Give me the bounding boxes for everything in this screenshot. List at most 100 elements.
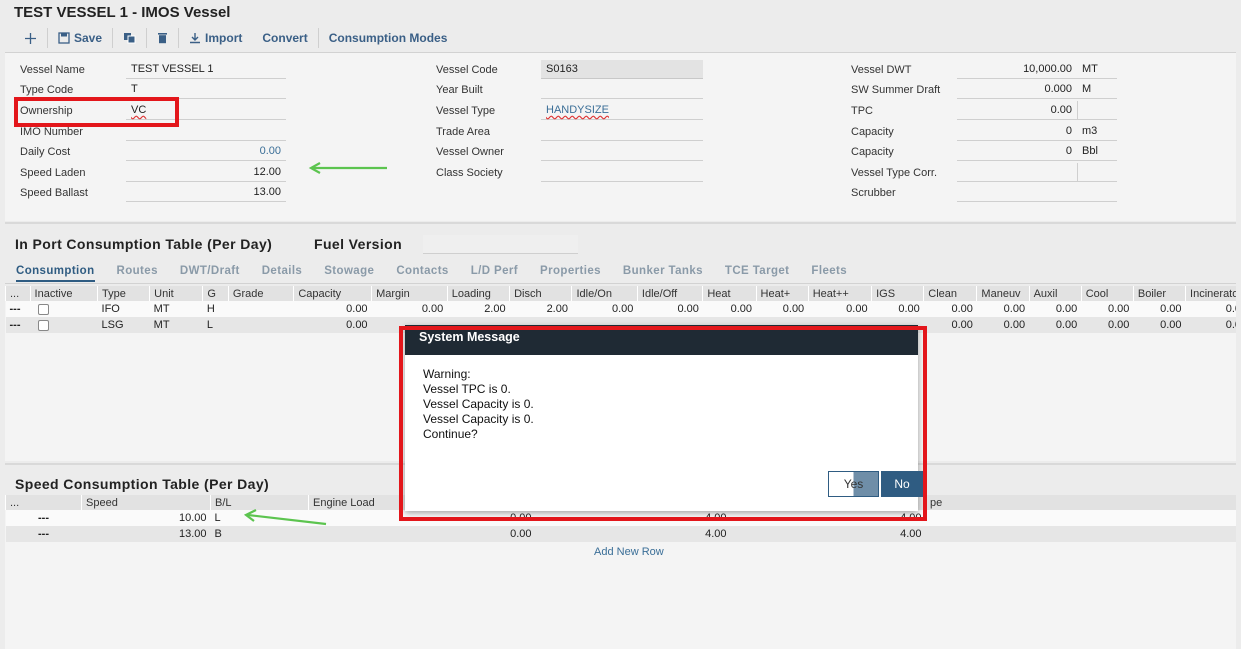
tab-routes[interactable]: Routes <box>117 265 158 282</box>
tab-dwt-draft[interactable]: DWT/Draft <box>180 265 240 282</box>
row-menu[interactable]: --- <box>5 526 82 542</box>
cell[interactable]: 0.00 <box>923 301 977 317</box>
col-header[interactable]: Auxil <box>1028 286 1082 301</box>
tab-contacts[interactable]: Contacts <box>396 265 448 282</box>
tab-tce-target[interactable]: TCE Target <box>725 265 790 282</box>
cell[interactable]: 0.00 <box>1081 301 1134 317</box>
col-header[interactable]: Speed <box>81 495 211 510</box>
cell[interactable]: 0.00 <box>293 301 372 317</box>
cell[interactable]: 10.00 <box>81 510 211 526</box>
col-header[interactable]: Boiler <box>1132 286 1186 301</box>
cell[interactable]: 0.00 <box>923 317 977 333</box>
cell[interactable]: 2.00 <box>509 301 572 317</box>
col-header[interactable]: Inactive <box>29 286 98 301</box>
cell[interactable]: 0.00 <box>871 301 924 317</box>
cell[interactable]: MT <box>149 301 203 317</box>
cell[interactable]: 0.00 <box>1081 317 1134 333</box>
col-header[interactable]: Margin <box>371 286 448 301</box>
cell[interactable]: B <box>210 526 309 542</box>
class-society-field[interactable] <box>541 163 703 182</box>
cell[interactable]: IFO <box>97 301 150 317</box>
col-header[interactable]: Heat <box>702 286 757 301</box>
tpc-field[interactable]: 0.00 <box>957 101 1077 120</box>
cell[interactable]: L <box>202 317 229 333</box>
col-header[interactable]: Unit <box>149 286 203 301</box>
col-header[interactable]: Capacity <box>293 286 372 301</box>
add-new-row-link[interactable]: Add New Row <box>594 546 664 558</box>
cell[interactable]: 0.00 <box>371 301 448 317</box>
col-header[interactable]: pe <box>925 495 1236 510</box>
col-header[interactable]: ... <box>5 286 31 301</box>
cell[interactable]: 0.00 <box>1133 301 1186 317</box>
cell[interactable]: 0.00 <box>702 301 757 317</box>
tab-properties[interactable]: Properties <box>540 265 601 282</box>
cell[interactable]: 0.00 <box>976 301 1030 317</box>
col-header[interactable]: Incinerator <box>1185 286 1236 301</box>
save-button[interactable]: Save <box>48 28 114 48</box>
table-row[interactable]: --- IFO MT H 0.00 0.00 2.00 2.00 0.00 0.… <box>5 301 1236 317</box>
vessel-type-corr-field[interactable] <box>957 163 1077 182</box>
tab-stowage[interactable]: Stowage <box>324 265 374 282</box>
row-menu[interactable]: --- <box>5 317 31 333</box>
col-header[interactable]: Loading <box>446 286 510 301</box>
cell[interactable]: 0.00 <box>1029 301 1082 317</box>
copy-button[interactable] <box>113 28 148 48</box>
speed-ballast-field[interactable]: 13.00 <box>126 183 286 202</box>
scrubber-field[interactable] <box>957 183 1117 202</box>
sw-summer-draft-field[interactable]: 0.000 <box>957 80 1077 99</box>
add-button[interactable] <box>14 28 48 48</box>
vessel-owner-field[interactable] <box>541 142 703 161</box>
daily-cost-field[interactable]: 0.00 <box>126 142 286 161</box>
row-menu[interactable]: --- <box>5 301 31 317</box>
tab-ld-perf[interactable]: L/D Perf <box>471 265 518 282</box>
cell[interactable] <box>228 317 294 333</box>
cell[interactable]: 0.00 <box>808 301 872 317</box>
speed-laden-field[interactable]: 12.00 <box>126 163 286 182</box>
col-header[interactable]: Idle/Off <box>636 286 703 301</box>
cell[interactable]: 0.00 <box>1133 317 1186 333</box>
tab-consumption[interactable]: Consumption <box>16 265 95 282</box>
capacity-m3-field[interactable]: 0 <box>957 122 1077 141</box>
inactive-checkbox[interactable] <box>38 303 50 315</box>
vessel-type-field[interactable]: HANDYSIZE <box>541 101 703 120</box>
tab-details[interactable]: Details <box>262 265 303 282</box>
col-header[interactable]: Heat++ <box>807 286 872 301</box>
cell[interactable]: 0.0 <box>1185 317 1236 333</box>
cell[interactable]: H <box>202 301 229 317</box>
col-header[interactable]: Idle/On <box>571 286 638 301</box>
col-header[interactable]: Grade <box>227 286 294 301</box>
import-button[interactable]: Import <box>179 28 252 48</box>
cell[interactable]: 0.00 <box>308 526 536 542</box>
inactive-checkbox[interactable] <box>38 319 50 331</box>
delete-button[interactable] <box>147 28 180 48</box>
row-menu[interactable]: --- <box>5 510 82 526</box>
cell[interactable]: MT <box>149 317 203 333</box>
cell[interactable]: 0.00 <box>637 301 703 317</box>
convert-button[interactable]: Convert <box>252 28 319 48</box>
consumption-modes-button[interactable]: Consumption Modes <box>319 28 458 48</box>
tab-bunker-tanks[interactable]: Bunker Tanks <box>623 265 703 282</box>
trade-area-field[interactable] <box>541 122 703 141</box>
cell[interactable]: 0.0 <box>1185 301 1236 317</box>
tab-fleets[interactable]: Fleets <box>811 265 847 282</box>
cell[interactable]: 13.00 <box>81 526 211 542</box>
vessel-name-field[interactable]: TEST VESSEL 1 <box>126 60 286 79</box>
vessel-dwt-field[interactable]: 10,000.00 <box>957 60 1077 79</box>
col-header[interactable]: Type <box>97 286 150 301</box>
cell[interactable]: 2.00 <box>447 301 510 317</box>
col-header[interactable]: Disch <box>509 286 572 301</box>
table-row[interactable]: --- 13.00 B 0.00 4.00 4.00 <box>5 526 1236 542</box>
year-built-field[interactable] <box>541 80 703 99</box>
capacity-bbl-field[interactable]: 0 <box>957 142 1077 161</box>
col-header[interactable]: ... <box>5 495 82 510</box>
cell[interactable]: 4.00 <box>535 526 731 542</box>
col-header[interactable]: Clean <box>923 286 977 301</box>
col-header[interactable]: Maneuv <box>976 286 1030 301</box>
col-header[interactable]: Heat+ <box>755 286 809 301</box>
col-header[interactable]: G <box>202 286 229 301</box>
cell[interactable] <box>228 301 294 317</box>
cell[interactable]: 4.00 <box>730 526 926 542</box>
cell[interactable]: 0.00 <box>571 301 638 317</box>
col-header[interactable]: IGS <box>871 286 924 301</box>
fuel-version-field[interactable] <box>423 235 578 254</box>
